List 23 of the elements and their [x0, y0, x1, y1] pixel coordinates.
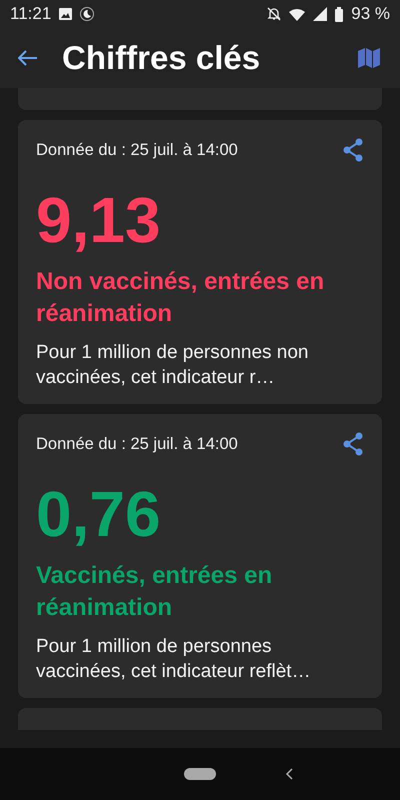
image-icon	[59, 8, 72, 20]
data-date: Donnée du : 25 juil. à 14:00	[36, 140, 238, 160]
wifi-icon	[289, 8, 306, 20]
bell-off-icon	[267, 7, 282, 21]
share-icon[interactable]	[342, 138, 364, 162]
back-icon[interactable]	[285, 768, 293, 780]
page-title: Chiffres clés	[62, 39, 262, 77]
data-date: Donnée du : 25 juil. à 14:00	[36, 434, 238, 454]
battery-icon	[335, 6, 344, 22]
signal-icon	[313, 7, 328, 21]
map-icon[interactable]	[358, 48, 380, 68]
battery-level: 93 %	[351, 4, 390, 24]
moon-icon	[80, 7, 94, 21]
status-time: 11:21	[10, 4, 52, 24]
indicator-label: Vaccinés, entrées en réanimation	[36, 561, 274, 623]
indicator-value: 0,76	[36, 482, 162, 546]
home-pill-icon[interactable]	[184, 768, 216, 780]
indicator-description: Pour 1 million de personnes vaccinées, cet indicateur reflèt…	[36, 635, 312, 684]
back-arrow-icon[interactable]	[18, 50, 38, 66]
share-icon[interactable]	[342, 432, 364, 456]
indicator-label: Non vaccinés, entrées en réanimation	[36, 267, 326, 329]
indicator-description: Pour 1 million de personnes non vaccinées, cet indicateur r…	[36, 341, 310, 390]
indicator-value: 9,13	[36, 188, 162, 252]
